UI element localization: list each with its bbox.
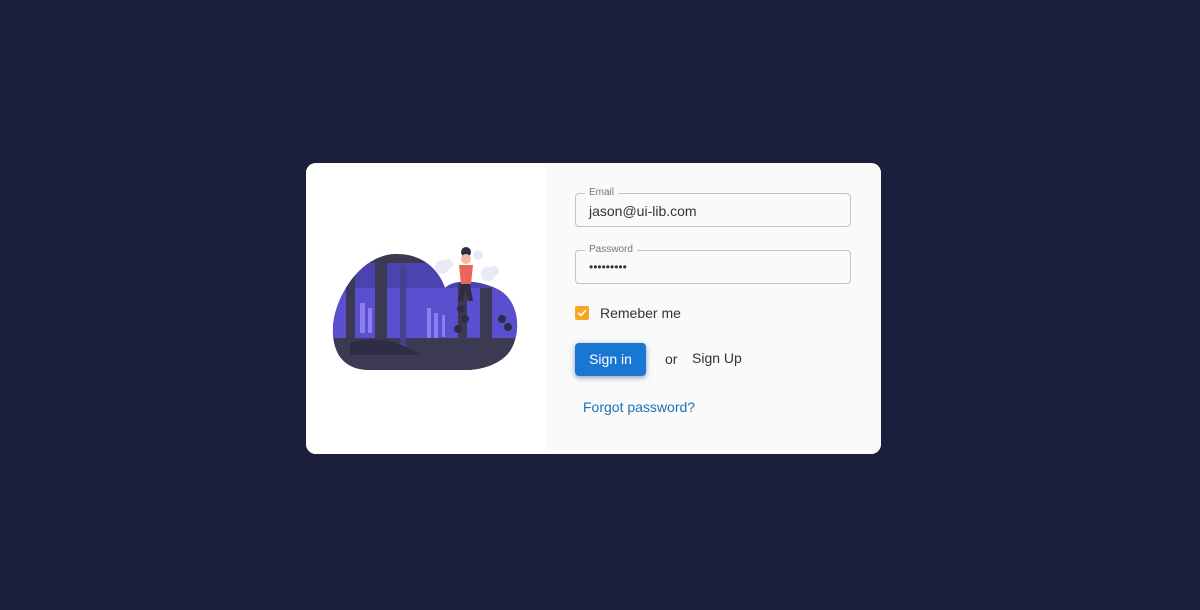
remember-me-checkbox[interactable] [575, 306, 589, 320]
forgot-password-link[interactable]: Forgot password? [583, 399, 695, 415]
login-form: Email jason@ui-lib.com Password ••••••••… [545, 163, 881, 454]
login-card: Email jason@ui-lib.com Password ••••••••… [306, 163, 881, 454]
check-icon [577, 309, 587, 317]
email-field[interactable]: Email jason@ui-lib.com [575, 187, 851, 227]
sign-in-button[interactable]: Sign in [575, 343, 646, 376]
sign-up-link[interactable]: Sign Up [692, 350, 742, 366]
password-field[interactable]: Password ••••••••• [575, 244, 851, 284]
illustration-pane [306, 163, 545, 454]
password-value: ••••••••• [589, 260, 627, 274]
remember-me-label[interactable]: Remeber me [600, 305, 681, 321]
email-value: jason@ui-lib.com [589, 203, 697, 219]
or-text: or [665, 351, 678, 367]
forest-person-illustration [332, 247, 518, 370]
remember-me-row: Remeber me [575, 305, 681, 321]
